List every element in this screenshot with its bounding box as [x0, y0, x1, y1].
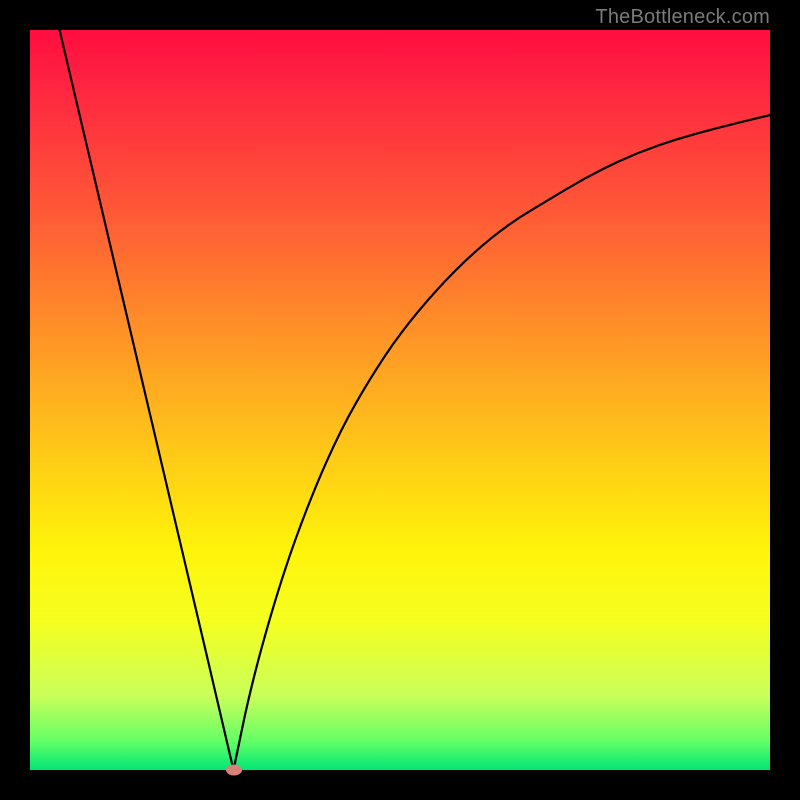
curve-right-branch [234, 115, 771, 770]
watermark-text: TheBottleneck.com [595, 6, 770, 29]
chart-frame: TheBottleneck.com [0, 0, 800, 800]
bottleneck-curve [30, 30, 770, 770]
curve-left-branch [60, 30, 234, 770]
plot-area [30, 30, 770, 770]
minimum-marker [226, 765, 242, 776]
